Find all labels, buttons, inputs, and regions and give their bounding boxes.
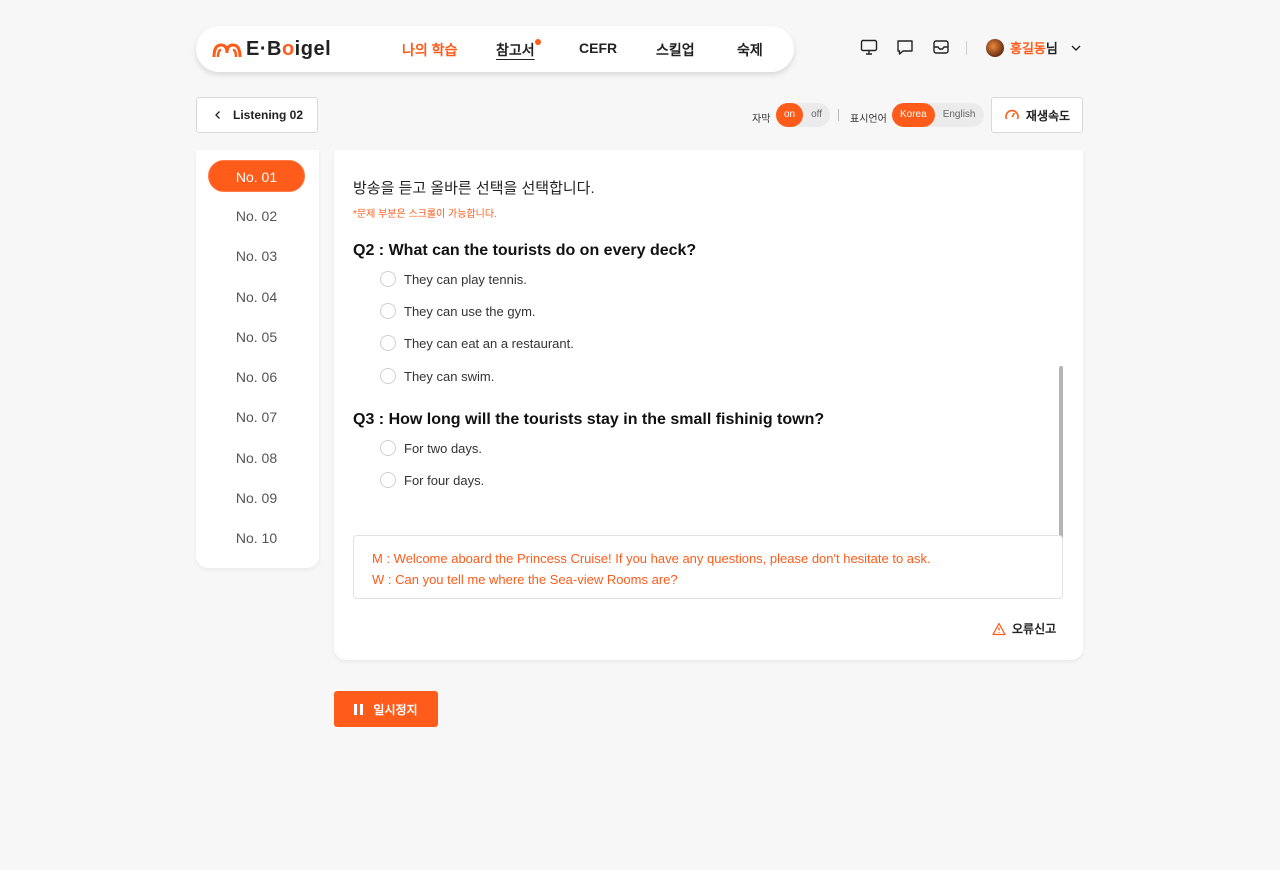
answer-option-label: They can use the gym. [404,303,536,319]
question-scrollbar[interactable] [1059,366,1063,554]
answer-option-label: They can swim. [404,368,495,384]
new-badge-dot [534,39,541,45]
question-nav-item[interactable]: No. 10 [208,522,305,554]
answer-option-label: They can eat an a restaurant. [404,335,574,351]
speedometer-icon [1005,109,1019,120]
answer-option-label: For two days. [404,440,483,456]
language-korea-option[interactable]: Korea [892,103,935,127]
question-nav-item[interactable]: No. 09 [208,482,305,514]
radio-button[interactable] [380,368,396,384]
answer-option-label: For four days. [404,472,485,488]
radio-button[interactable] [380,472,396,488]
question-nav-item[interactable]: No. 08 [208,442,305,474]
pause-button[interactable]: 일시정지 [334,691,438,727]
user-menu[interactable]: 홍길동님 [986,38,1082,57]
playback-speed-button[interactable]: 재생속도 [991,97,1083,133]
question-nav-item[interactable]: No. 06 [208,361,305,393]
question-sidebar: No. 01 No. 02 No. 03 No. 04 No. 05 No. 0… [196,150,319,568]
logo-text-suffix: igel [294,38,332,60]
transcript-line: W : Can you tell me where the Sea-view R… [372,572,678,587]
header-icons [860,38,950,56]
subtitle-label: 자막 [752,114,771,125]
answer-option[interactable]: They can play tennis. [380,271,527,287]
nav-my-learning[interactable]: 나의 학습 [402,40,457,60]
pause-button-label: 일시정지 [373,702,418,717]
chat-icon[interactable] [896,38,914,56]
logo-text-o: o [281,38,295,60]
playback-speed-label: 재생속도 [1025,108,1071,123]
user-suffix: 님 [1045,41,1058,56]
logo-text-prefix: E·B [246,38,282,60]
report-error-label: 오류신고 [1012,622,1057,636]
question-nav-item[interactable]: No. 02 [208,200,305,232]
radio-button[interactable] [380,303,396,319]
header-divider [966,41,967,55]
question-panel: 방송을 듣고 올바른 선택을 선택합니다. *문제 부분은 스크롤이 가능합니다… [334,150,1083,660]
question-nav-item[interactable]: No. 04 [208,281,305,313]
answer-option-label: They can play tennis. [404,271,527,287]
subtitle-on-option[interactable]: on [776,103,804,127]
answer-option[interactable]: They can eat an a restaurant. [380,335,574,351]
chevron-left-icon [215,111,220,119]
radio-button[interactable] [380,335,396,351]
monitor-icon[interactable] [860,38,878,56]
answer-option[interactable]: For two days. [380,440,482,456]
report-error-button[interactable]: 오류신고 [992,620,1056,637]
pause-icon [354,703,364,715]
question-nav-item[interactable]: No. 03 [208,240,305,272]
toolbar-divider [838,109,839,121]
nav-homework[interactable]: 숙제 [737,40,763,60]
answer-option[interactable]: They can swim. [380,368,494,384]
chevron-down-icon [1071,45,1081,51]
back-button[interactable]: Listening 02 [196,97,318,133]
language-toggle[interactable]: Korea English [892,103,984,127]
logo-mark-icon [212,42,242,57]
avatar [986,38,1004,57]
transcript-box: M : Welcome aboard the Princess Cruise! … [353,535,1063,599]
question-title: Q3 : How long will the tourists stay in … [353,411,825,428]
subtitle-off-option[interactable]: off [803,103,830,127]
radio-button[interactable] [380,440,396,456]
nav-reference[interactable]: 참고서 [496,39,541,60]
inbox-icon[interactable] [932,38,950,56]
language-label: 표시언어 [850,114,887,125]
answer-option[interactable]: They can use the gym. [380,303,536,319]
nav-skill-up[interactable]: 스킬업 [656,40,695,60]
back-button-label: Listening 02 [233,108,304,122]
answer-option[interactable]: For four days. [380,472,484,488]
transcript-line: M : Welcome aboard the Princess Cruise! … [372,551,931,566]
question-nav-item[interactable]: No. 07 [208,401,305,433]
nav-cefr[interactable]: CEFR [579,40,617,56]
question-nav-item[interactable]: No. 05 [208,321,305,353]
brand-logo[interactable]: E·Boigel [212,38,331,61]
main-navbar: E·Boigel 나의 학습 참고서 CEFR 스킬업 숙제 [196,26,794,72]
instruction-text: 방송을 듣고 올바른 선택을 선택합니다. [353,180,595,197]
language-english-option[interactable]: English [935,103,984,127]
radio-button[interactable] [380,271,396,287]
scroll-note: *문제 부분은 스크롤이 가능합니다. [353,209,497,220]
nav-reference-label: 참고서 [496,42,535,58]
user-name: 홍길동 [1010,41,1046,56]
warning-icon [992,622,1006,635]
question-title: Q2 : What can the tourists do on every d… [353,242,697,259]
subtitle-toggle[interactable]: on off [776,103,831,127]
question-nav-item[interactable]: No. 01 [208,160,305,192]
